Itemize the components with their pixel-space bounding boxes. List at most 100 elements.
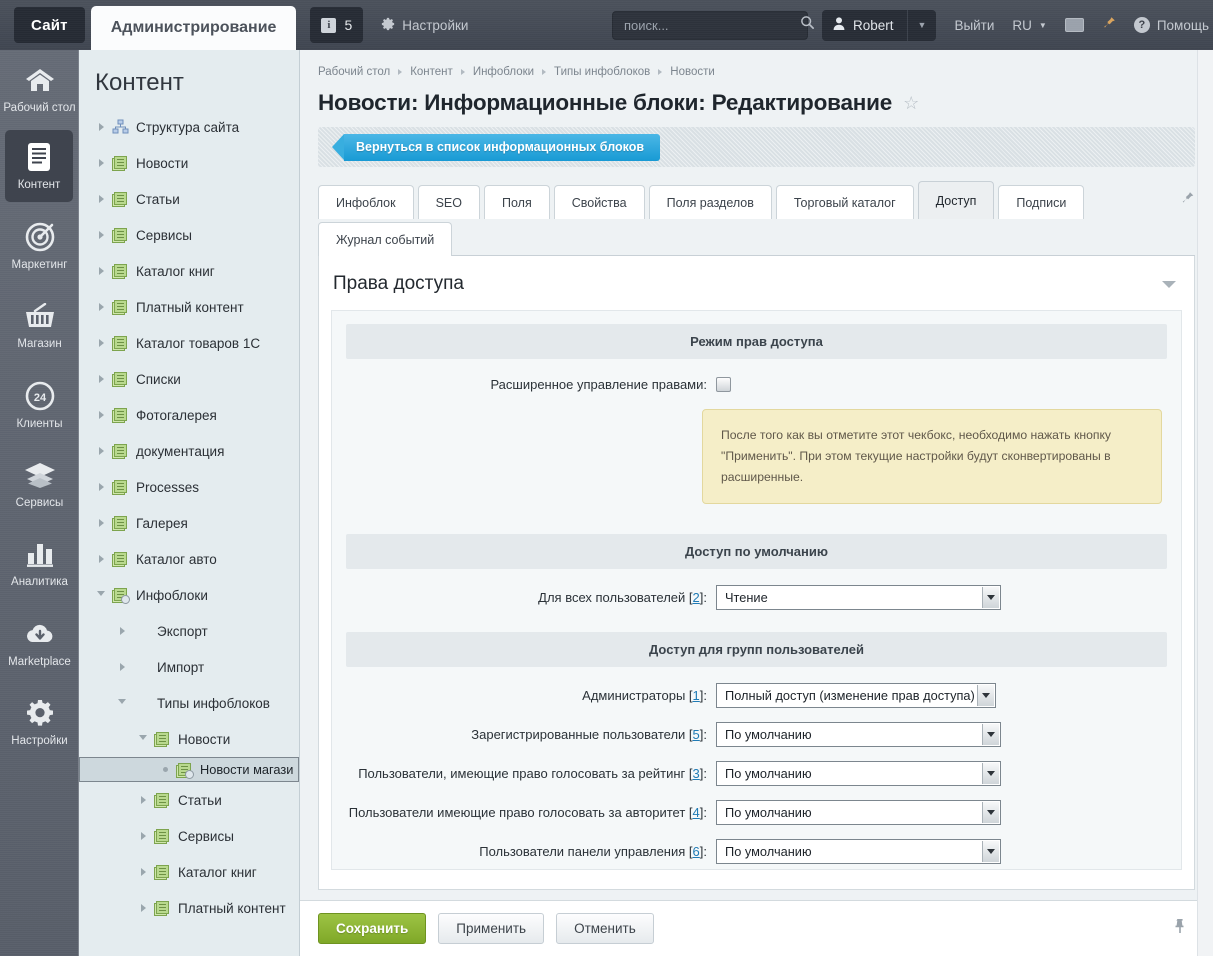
chevron-down-icon[interactable] [977,684,994,706]
rail-item-settings[interactable]: Настройки [0,686,79,757]
tree-toggle-icon[interactable] [93,339,109,347]
group-ref-link[interactable]: 2 [693,590,700,605]
rail-item-marketing[interactable]: Маркетинг [0,210,79,281]
search-box[interactable] [611,10,814,40]
tree-node[interactable]: Сервисы [79,217,299,253]
tree-toggle-icon[interactable] [135,832,151,840]
rail-item-clients[interactable]: 24 Клиенты [0,369,79,440]
tree-toggle-icon[interactable] [93,519,109,527]
breadcrumb-item[interactable]: Типы инфоблоков [554,66,650,78]
tab-seo[interactable]: SEO [417,185,480,219]
tree-node[interactable]: Статьи [79,782,299,818]
tree-node[interactable]: документация [79,433,299,469]
rail-item-marketplace[interactable]: Marketplace [0,607,79,678]
user-menu[interactable]: Robert ▼ [821,9,937,41]
tree-toggle-icon[interactable] [114,627,130,635]
tab-торговый-каталог[interactable]: Торговый каталог [775,185,914,219]
tab-инфоблок[interactable]: Инфоблок [318,185,414,219]
breadcrumb-item[interactable]: Рабочий стол [318,66,390,78]
group-access-select[interactable]: По умолчанию [716,760,1001,786]
tab-поля-разделов[interactable]: Поля разделов [648,185,772,219]
tree-toggle-icon[interactable] [93,159,109,167]
tree-toggle-icon[interactable] [93,483,109,491]
group-access-select[interactable]: По умолчанию [716,721,1001,747]
tree-toggle-icon[interactable] [157,767,173,772]
extended-rights-checkbox[interactable] [716,377,731,392]
tree-toggle-icon[interactable] [114,663,130,671]
tree-toggle-icon[interactable] [135,796,151,804]
tree-node[interactable]: Платный контент [79,890,299,926]
tree-toggle-icon[interactable] [93,267,109,275]
breadcrumb-item[interactable]: Контент [410,66,453,78]
tab-доступ[interactable]: Доступ [917,181,995,219]
tree-node[interactable]: Статьи [79,181,299,217]
user-name-button[interactable]: Robert [822,17,907,33]
tree-node[interactable]: Processes [79,469,299,505]
chevron-down-icon[interactable]: ▼ [908,20,937,30]
tree-toggle-icon[interactable] [93,447,109,455]
star-icon[interactable]: ☆ [903,93,919,114]
chevron-down-icon[interactable] [982,586,999,608]
logout-link[interactable]: Выйти [954,18,994,33]
tree-toggle-icon[interactable] [93,590,109,600]
rail-item-desktop[interactable]: Рабочий стол [0,53,79,124]
tree-toggle-icon[interactable] [93,375,109,383]
default-access-select[interactable]: Чтение [716,584,1001,610]
help-link[interactable]: ? Помощь [1133,17,1209,33]
group-ref-link[interactable]: 6 [693,844,700,859]
tree-node[interactable]: Инфоблоки [79,577,299,613]
tab-журнал-событий[interactable]: Журнал событий [318,222,453,256]
chevron-down-icon[interactable] [982,762,999,784]
tree-node[interactable]: Списки [79,361,299,397]
chevron-down-icon[interactable] [982,723,999,745]
tree-node[interactable]: Экспорт [79,613,299,649]
breadcrumb-item[interactable]: Новости [670,66,715,78]
tree-toggle-icon[interactable] [93,123,109,131]
chevron-down-icon[interactable] [1162,280,1176,288]
tree-toggle-icon[interactable] [135,904,151,912]
tree-toggle-icon[interactable] [93,411,109,419]
group-ref-link[interactable]: 3 [693,766,700,781]
tree-node[interactable]: Импорт [79,649,299,685]
tree-toggle-icon[interactable] [114,698,130,708]
tree-node[interactable]: Галерея [79,505,299,541]
tree-node[interactable]: Типы инфоблоков [79,685,299,721]
tree-node[interactable]: Каталог книг [79,854,299,890]
group-ref-link[interactable]: 1 [693,688,700,703]
cancel-button[interactable]: Отменить [556,913,654,944]
group-access-select[interactable]: По умолчанию [716,838,1001,864]
tree-toggle-icon[interactable] [93,195,109,203]
tab-administration[interactable]: Администрирование [90,6,297,50]
tree-node[interactable]: Новости [79,145,299,181]
tree-node[interactable]: Платный контент [79,289,299,325]
tree-toggle-icon[interactable] [135,868,151,876]
tab-подписи[interactable]: Подписи [998,185,1085,219]
group-ref-link[interactable]: 4 [693,805,700,820]
rail-item-content[interactable]: Контент [5,130,73,202]
rail-item-shop[interactable]: Магазин [0,289,79,360]
breadcrumb-item[interactable]: Инфоблоки [473,66,534,78]
language-selector[interactable]: RU ▼ [1012,18,1046,33]
chevron-down-icon[interactable] [982,801,999,823]
tree-node[interactable]: Новости магази [79,757,299,782]
notifications-button[interactable]: i 5 [310,7,364,43]
tree-toggle-icon[interactable] [135,734,151,744]
tree-node[interactable]: Каталог книг [79,253,299,289]
keyboard-button[interactable] [1064,18,1084,32]
pin-icon[interactable] [1173,918,1187,939]
tree-toggle-icon[interactable] [93,231,109,239]
tree-node[interactable]: Каталог товаров 1С [79,325,299,361]
apply-button[interactable]: Применить [438,913,545,944]
vertical-scrollbar[interactable] [1197,50,1213,956]
save-button[interactable]: Сохранить [318,913,427,944]
tree-node[interactable]: Структура сайта [79,109,299,145]
pin-button[interactable] [1102,16,1116,34]
tree-toggle-icon[interactable] [93,303,109,311]
tree-node[interactable]: Фотогалерея [79,397,299,433]
group-access-select[interactable]: По умолчанию [716,799,1001,825]
settings-link[interactable]: Настройки [381,17,468,34]
tree-node[interactable]: Новости [79,721,299,757]
tree-node[interactable]: Каталог авто [79,541,299,577]
tab-поля[interactable]: Поля [483,185,550,219]
tab-site[interactable]: Сайт [14,7,85,43]
